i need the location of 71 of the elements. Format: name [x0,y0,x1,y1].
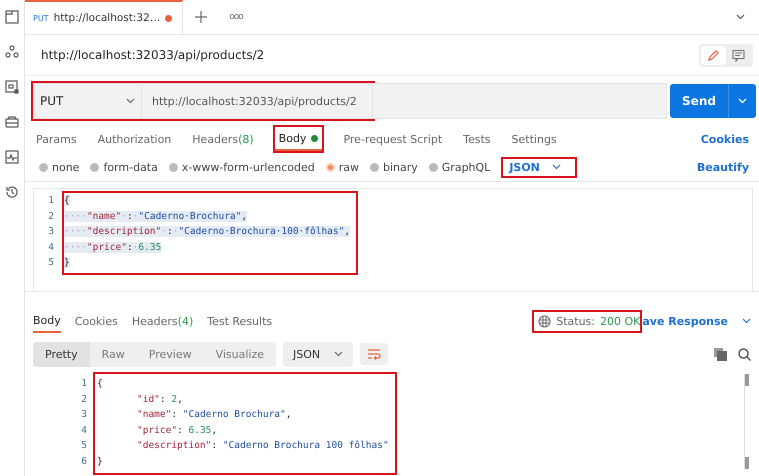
line-number: 6 [80,456,87,467]
line-number: 2 [47,210,54,222]
status-label: Status: [556,314,595,328]
body-type-radio[interactable]: form-data [90,160,158,174]
globe-icon [538,314,552,328]
request-tab[interactable]: PUT http://localhost:32… [25,0,184,34]
send-button[interactable]: Send [670,84,728,118]
response-tab[interactable]: Cookies [74,310,118,332]
circles-icon[interactable] [5,45,19,59]
caret-icon [738,98,747,104]
request-section-tab[interactable]: Settings [512,128,557,150]
line-number: 3 [80,409,87,420]
wrap-lines-button[interactable] [360,343,388,365]
line-number: 2 [80,394,87,405]
line-number: 1 [47,195,54,206]
view-mode-tab[interactable]: Pretty [33,342,90,366]
request-section-tab[interactable]: Authorization [98,128,172,150]
line-number: 3 [47,226,54,238]
caret-icon [552,164,561,170]
wrap-lines-icon [367,348,382,360]
add-tab-icon[interactable] [195,11,208,23]
response-tab[interactable]: Headers(4) [132,310,194,332]
format-dropdown[interactable]: JSON [283,342,354,366]
request-section-tab[interactable]: Headers(8) [192,128,254,150]
view-mode-tab[interactable]: Visualize [204,342,276,366]
code-line: "price": 6.35, [136,424,218,436]
save-response-link[interactable]: ave Response [642,314,728,328]
history-icon[interactable] [5,185,19,199]
response-tab[interactable]: Body [33,309,61,333]
code-line: "id": 2, [136,394,183,405]
response-tab[interactable]: Test Results [207,310,272,332]
code-line: { [97,378,103,390]
edit-mode-button[interactable] [701,46,726,64]
format-dropdown[interactable]: JSON [503,158,575,176]
view-mode-tab[interactable]: Raw [90,342,137,366]
code-line: } [97,456,103,467]
line-number: 4 [47,242,54,253]
server-icon[interactable] [5,115,19,129]
more-button[interactable]: ooo [229,12,243,22]
line-number: 4 [80,424,87,436]
request-section-tab[interactable]: Params [36,128,77,150]
line-number: 5 [47,257,54,268]
body-type-radio[interactable]: GraphQL [428,160,490,174]
chevron-down-icon[interactable] [742,318,751,324]
body-type-radio[interactable]: x-www-form-urlencoded [168,160,315,174]
status-value: 200 OK [600,314,640,328]
body-type-radio[interactable]: binary [370,160,418,174]
request-section-tab[interactable]: Tests [463,128,491,150]
request-section-tab[interactable]: Body [274,127,322,151]
pulse-icon[interactable] [5,150,19,164]
code-line: "name": "Caderno Brochura", [136,409,292,420]
line-number: 5 [80,440,87,452]
body-type-radio[interactable]: none [39,160,80,174]
scrollbar[interactable] [744,374,749,469]
search-icon[interactable] [738,348,751,360]
body-type-radio[interactable]: raw [326,160,359,174]
caret-icon [334,351,344,357]
line-number: 1 [80,378,87,390]
folder-icon[interactable] [5,10,19,24]
chevron-down-icon[interactable] [736,14,745,20]
copy-icon[interactable] [714,348,727,360]
comment-icon [732,48,745,62]
code-line: "description": "Caderno Brochura 100 fôlhas" [136,440,389,452]
request-body-editor[interactable]: 1 { 2 ····"name"·:·"Caderno·Brochura", 3 ····"description"·:·"Caderno·Brochura·100·fôlhas", 4 ····"price":·6.35 5 } [33,188,753,291]
request-title: http://localhost:32033/api/products/2 [41,48,264,62]
view-mode-tab[interactable]: Preview [136,342,204,366]
request-section-tab[interactable]: Pre-request Script [343,128,442,150]
window-icon[interactable] [5,80,19,94]
cookies-link[interactable]: Cookies [700,132,749,146]
pencil-icon [707,48,720,62]
beautify-link[interactable]: Beautify [696,160,749,174]
